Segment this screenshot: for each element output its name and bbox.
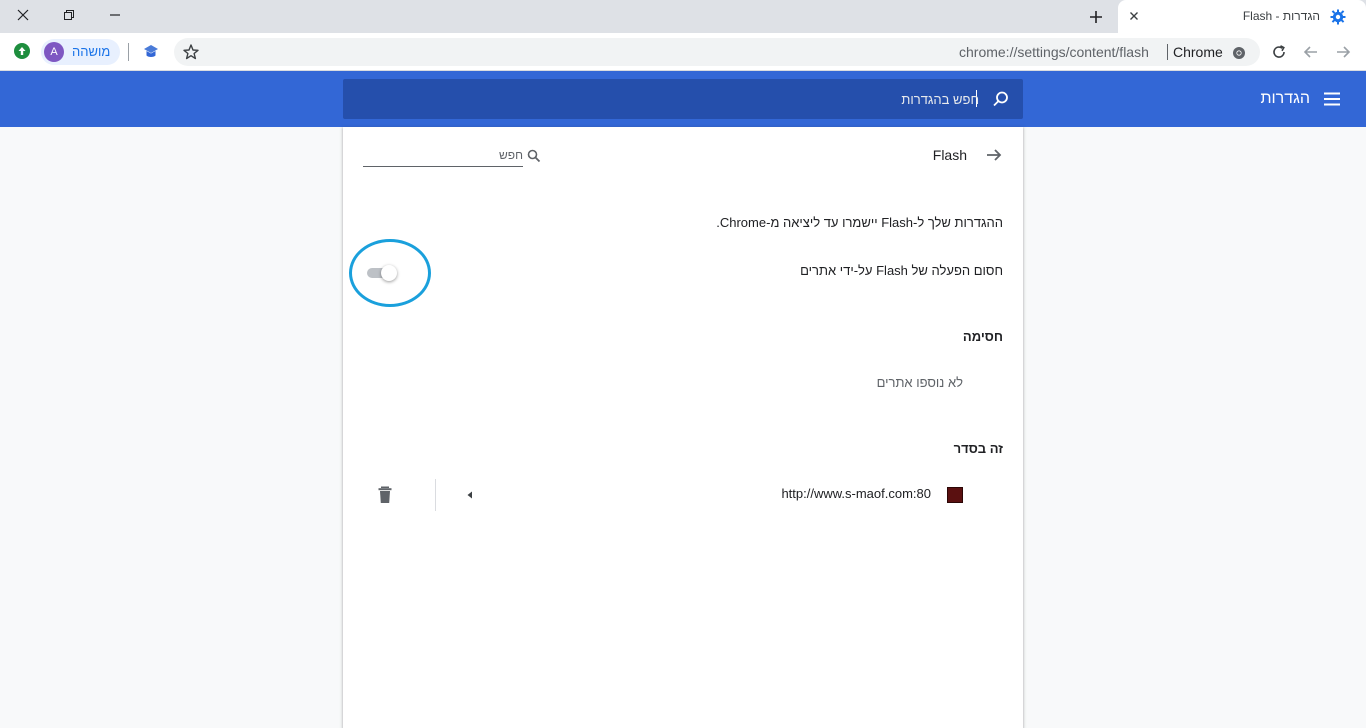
search-icon bbox=[527, 148, 541, 163]
hamburger-icon bbox=[1324, 92, 1340, 106]
close-window-button[interactable] bbox=[0, 0, 46, 30]
tab-settings[interactable]: הגדרות - Flash bbox=[1118, 0, 1366, 33]
bookmark-star-icon[interactable] bbox=[182, 43, 200, 61]
main-menu-button[interactable] bbox=[1322, 90, 1342, 108]
update-button[interactable] bbox=[14, 43, 30, 59]
back-arrow-button[interactable] bbox=[984, 145, 1004, 165]
profile-name: מושהה bbox=[72, 44, 111, 59]
blocked-section-heading: חסימה bbox=[962, 329, 1003, 344]
gear-icon bbox=[1330, 9, 1346, 25]
reload-button[interactable] bbox=[1269, 42, 1289, 62]
settings-search-input[interactable] bbox=[399, 89, 979, 109]
allowed-section-heading: זה בסדר bbox=[953, 441, 1003, 456]
arrow-left-icon bbox=[1303, 46, 1317, 58]
new-tab-button[interactable] bbox=[1084, 5, 1108, 29]
settings-search[interactable] bbox=[343, 79, 1023, 119]
highlight-annotation bbox=[349, 239, 431, 307]
list-item: http://www.s-maof.com:80 bbox=[343, 479, 1023, 511]
restore-window-button[interactable] bbox=[46, 0, 92, 30]
profile-button[interactable]: A מושהה bbox=[41, 39, 120, 65]
url-divider bbox=[1167, 44, 1168, 60]
url-origin-chip[interactable]: Chrome bbox=[1173, 44, 1223, 60]
close-icon bbox=[1130, 12, 1138, 20]
graduation-cap-icon bbox=[144, 45, 158, 57]
site-url: http://www.s-maof.com:80 bbox=[781, 486, 931, 501]
extension-button[interactable] bbox=[142, 43, 160, 61]
delete-site-button[interactable] bbox=[376, 485, 394, 505]
reload-icon bbox=[1273, 45, 1285, 58]
minimize-window-button[interactable] bbox=[92, 0, 138, 30]
close-icon bbox=[17, 9, 29, 21]
subpage-search-input[interactable] bbox=[383, 147, 523, 163]
triangle-left-icon bbox=[467, 491, 472, 499]
subpage-search[interactable] bbox=[363, 145, 541, 167]
trash-icon bbox=[378, 486, 392, 503]
tab-strip: הגדרות - Flash bbox=[0, 0, 1366, 33]
notice-text: ההגדרות שלך ל-Flash יישמרו עד ליציאה מ-C… bbox=[716, 215, 1003, 230]
chrome-logo-icon bbox=[1232, 45, 1246, 59]
arrow-up-icon bbox=[18, 47, 26, 55]
settings-header: הגדרות bbox=[0, 71, 1366, 127]
url-text[interactable]: chrome://settings/content/flash bbox=[959, 44, 1149, 60]
arrow-right-icon bbox=[987, 149, 1002, 161]
forward-button[interactable] bbox=[1333, 42, 1353, 62]
subpage-title: Flash bbox=[932, 147, 967, 163]
avatar: A bbox=[44, 42, 64, 62]
site-favicon bbox=[947, 487, 963, 503]
blocked-empty-text: לא נוספו אתרים bbox=[876, 375, 963, 390]
restore-icon bbox=[64, 10, 74, 20]
plus-icon bbox=[1090, 11, 1102, 23]
page-title: הגדרות bbox=[1260, 90, 1310, 107]
arrow-right-icon bbox=[1337, 46, 1351, 58]
toggle-label: חסום הפעלה של Flash על-ידי אתרים bbox=[800, 263, 1003, 278]
back-button[interactable] bbox=[1301, 42, 1321, 62]
site-details-button[interactable] bbox=[462, 487, 478, 503]
toolbar-divider bbox=[128, 43, 129, 61]
minimize-icon bbox=[110, 14, 120, 16]
row-divider bbox=[435, 479, 436, 511]
tab-title: הגדרות - Flash bbox=[1242, 9, 1320, 23]
tab-close-button[interactable] bbox=[1126, 8, 1142, 24]
settings-card: Flash ההגדרות שלך ל-Flash יישמרו עד ליצי… bbox=[343, 127, 1023, 728]
omnibox[interactable]: chrome://settings/content/flash Chrome bbox=[174, 38, 1260, 66]
search-icon bbox=[991, 89, 1011, 109]
toolbar: A מושהה chrome://settings/content/flash … bbox=[0, 33, 1366, 71]
